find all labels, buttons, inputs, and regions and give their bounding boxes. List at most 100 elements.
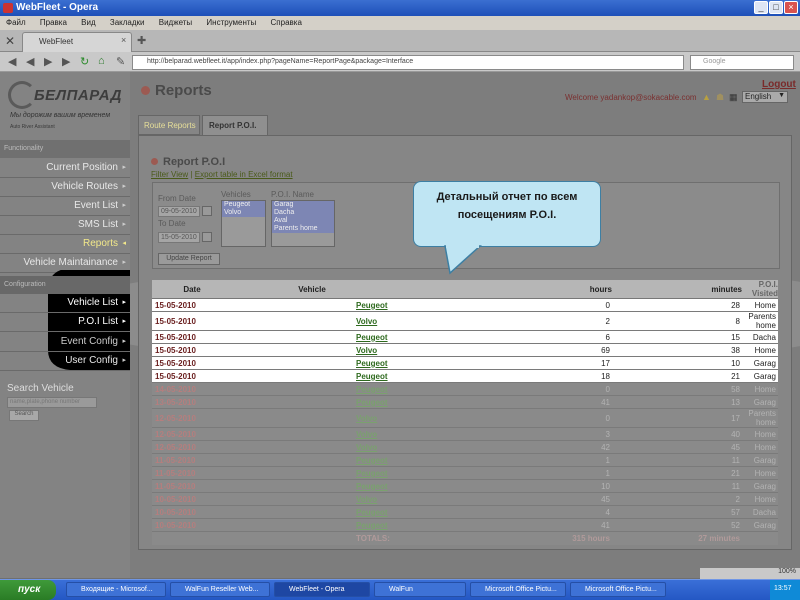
to-date-input[interactable]: 15-05-2010 <box>158 232 200 243</box>
poi-option[interactable]: Garag <box>272 201 334 209</box>
table-row: 13-05-2010 Peugeot 41 13 Garag <box>152 395 778 409</box>
logo-subtitle: Auto River Assistant <box>10 124 55 130</box>
sidebar-item-event-config[interactable]: Event Config ▸ <box>0 333 130 352</box>
tools-icon[interactable]: ✕ <box>5 34 15 48</box>
report-bullet-icon <box>151 158 158 165</box>
menu-tools[interactable]: Инструменты <box>200 16 262 27</box>
sidebar-item-label: User Config <box>65 355 118 366</box>
maximize-button[interactable]: □ <box>769 1 783 14</box>
filter-view-link[interactable]: Filter View <box>151 170 188 179</box>
menu-view[interactable]: Вид <box>75 16 101 27</box>
start-button[interactable]: пуск <box>0 580 56 600</box>
taskbar-button[interactable]: Microsoft Office Pictu... <box>570 582 666 597</box>
home-icon[interactable]: ⌂ <box>98 55 105 67</box>
search-vehicle-button[interactable]: Search <box>9 410 39 421</box>
calendar-icon[interactable] <box>202 206 212 216</box>
poi-option[interactable]: Parents home <box>272 225 334 233</box>
taskbar-button-active[interactable]: WebFleet - Opera <box>274 582 370 597</box>
taskbar-button[interactable]: Microsoft Office Pictu... <box>470 582 566 597</box>
vehicle-link[interactable]: Peugeot <box>232 466 392 480</box>
menu-widgets[interactable]: Виджеты <box>153 16 198 27</box>
forward-icon[interactable]: ▶ <box>44 55 52 68</box>
vehicle-link[interactable]: Peugeot <box>232 453 392 467</box>
person-icon[interactable]: ☗ <box>716 92 724 103</box>
search-engine-input[interactable]: Google <box>690 55 794 70</box>
search-vehicle-input[interactable]: name,plate,phone number <box>7 397 97 408</box>
vehicle-option[interactable]: Volvo <box>222 209 265 217</box>
vehicle-link[interactable]: Peugeot <box>232 479 392 493</box>
sidebar-item-poi-list[interactable]: P.O.I List ▸ <box>0 313 130 332</box>
table-row: 12-05-2010 Volvo 0 17 Parents home <box>152 408 778 428</box>
zoom-indicator[interactable]: 100% <box>700 568 800 579</box>
sidebar-item-current-position[interactable]: Current Position ▸ <box>0 159 130 178</box>
vehicle-link[interactable]: Volvo <box>232 343 392 357</box>
table-cell-minutes: 28 <box>612 298 742 312</box>
table-cell-minutes: 13 <box>612 395 742 409</box>
taskbar-button[interactable]: WalFun Reseller Web... <box>170 582 270 597</box>
export-excel-link[interactable]: Export table in Excel format <box>195 170 293 179</box>
tab-route-reports[interactable]: Route Reports <box>138 115 200 135</box>
vehicle-link[interactable]: Peugeot <box>232 330 392 344</box>
warning-icon[interactable]: ▲ <box>702 92 711 102</box>
menu-edit[interactable]: Правка <box>34 16 73 27</box>
menu-file[interactable]: Файл <box>0 16 32 27</box>
sidebar-item-event-list[interactable]: Event List ▸ <box>0 197 130 216</box>
update-report-button[interactable]: Update Report <box>158 253 220 265</box>
reload-icon[interactable]: ↻ <box>80 55 89 68</box>
address-bar[interactable]: http://belparad.webfleet.it/app/index.ph… <box>132 55 684 70</box>
vehicle-link[interactable]: Volvo <box>232 427 392 441</box>
vehicle-link[interactable]: Peugeot <box>232 298 392 312</box>
vehicle-link[interactable]: Volvo <box>232 408 392 428</box>
calendar-icon[interactable] <box>202 232 212 242</box>
from-date-input[interactable]: 09-05-2010 <box>158 206 200 217</box>
window-title: WebFleet - Opera <box>16 2 99 13</box>
table-cell-date: 15-05-2010 <box>152 330 232 344</box>
poi-list[interactable]: Garag Dacha Aval Parents home <box>271 200 335 247</box>
close-button[interactable]: × <box>784 1 798 14</box>
vehicle-link[interactable]: Volvo <box>232 311 392 331</box>
vehicle-link[interactable]: Peugeot <box>232 395 392 409</box>
vehicle-link[interactable]: Peugeot <box>232 382 392 396</box>
logout-link[interactable]: Logout <box>762 79 796 90</box>
table-row: 10-05-2010 Peugeot 41 52 Garag <box>152 518 778 532</box>
fast-forward-icon[interactable]: ▶ <box>62 55 70 68</box>
table-cell-date: 12-05-2010 <box>152 427 232 441</box>
close-tab-icon[interactable]: × <box>121 35 126 45</box>
poi-option[interactable]: Aval <box>272 217 334 225</box>
chevron-down-icon: ▼ <box>778 92 785 99</box>
search-vehicle-title: Search Vehicle <box>7 383 74 394</box>
sidebar-item-vehicle-list[interactable]: Vehicle List ▸ <box>0 294 130 313</box>
table-cell-minutes: 57 <box>612 505 742 519</box>
table-cell-hours: 42 <box>392 440 612 454</box>
minimize-button[interactable]: _ <box>754 1 768 14</box>
menu-help[interactable]: Справка <box>265 16 308 27</box>
menu-bookmarks[interactable]: Закладки <box>104 16 151 27</box>
edit-icon[interactable]: ✎ <box>116 55 125 68</box>
back-icon[interactable]: ◀ <box>8 55 16 68</box>
rewind-icon[interactable]: ◀ <box>26 55 34 68</box>
sidebar-item-sms-list[interactable]: SMS List ▸ <box>0 216 130 235</box>
vehicle-option[interactable]: Peugeot <box>222 201 265 209</box>
new-tab-icon[interactable]: ✚ <box>137 34 146 47</box>
vehicles-list[interactable]: Peugeot Volvo <box>221 200 266 247</box>
vehicle-link[interactable]: Volvo <box>232 440 392 454</box>
tab-report-poi[interactable]: Report P.O.I. <box>202 115 268 135</box>
taskbar-button[interactable]: Входящие - Microsof... <box>66 582 166 597</box>
language-select[interactable]: English ▼ <box>742 91 788 103</box>
poi-option[interactable]: Dacha <box>272 209 334 217</box>
table-cell-minutes: 45 <box>612 440 742 454</box>
table-cell-poi: Home <box>742 298 778 312</box>
vehicle-link[interactable]: Peugeot <box>232 518 392 532</box>
vehicle-link[interactable]: Peugeot <box>232 505 392 519</box>
system-tray-clock[interactable]: 13:57 <box>770 580 800 600</box>
vehicle-link[interactable]: Peugeot <box>232 369 392 383</box>
vehicle-link[interactable]: Peugeot <box>232 356 392 370</box>
sidebar-item-vehicle-routes[interactable]: Vehicle Routes ▸ <box>0 178 130 197</box>
sidebar-item-reports[interactable]: Reports ◂ <box>0 235 130 254</box>
sidebar-item-user-config[interactable]: User Config ▸ <box>0 352 130 371</box>
browser-tab[interactable]: WebFleet <box>22 32 132 52</box>
grid-icon[interactable]: ▦ <box>729 92 738 103</box>
vehicle-link[interactable]: Volvo <box>232 492 392 506</box>
table-cell-minutes: 17 <box>612 408 742 428</box>
taskbar-button[interactable]: WalFun <box>374 582 466 597</box>
